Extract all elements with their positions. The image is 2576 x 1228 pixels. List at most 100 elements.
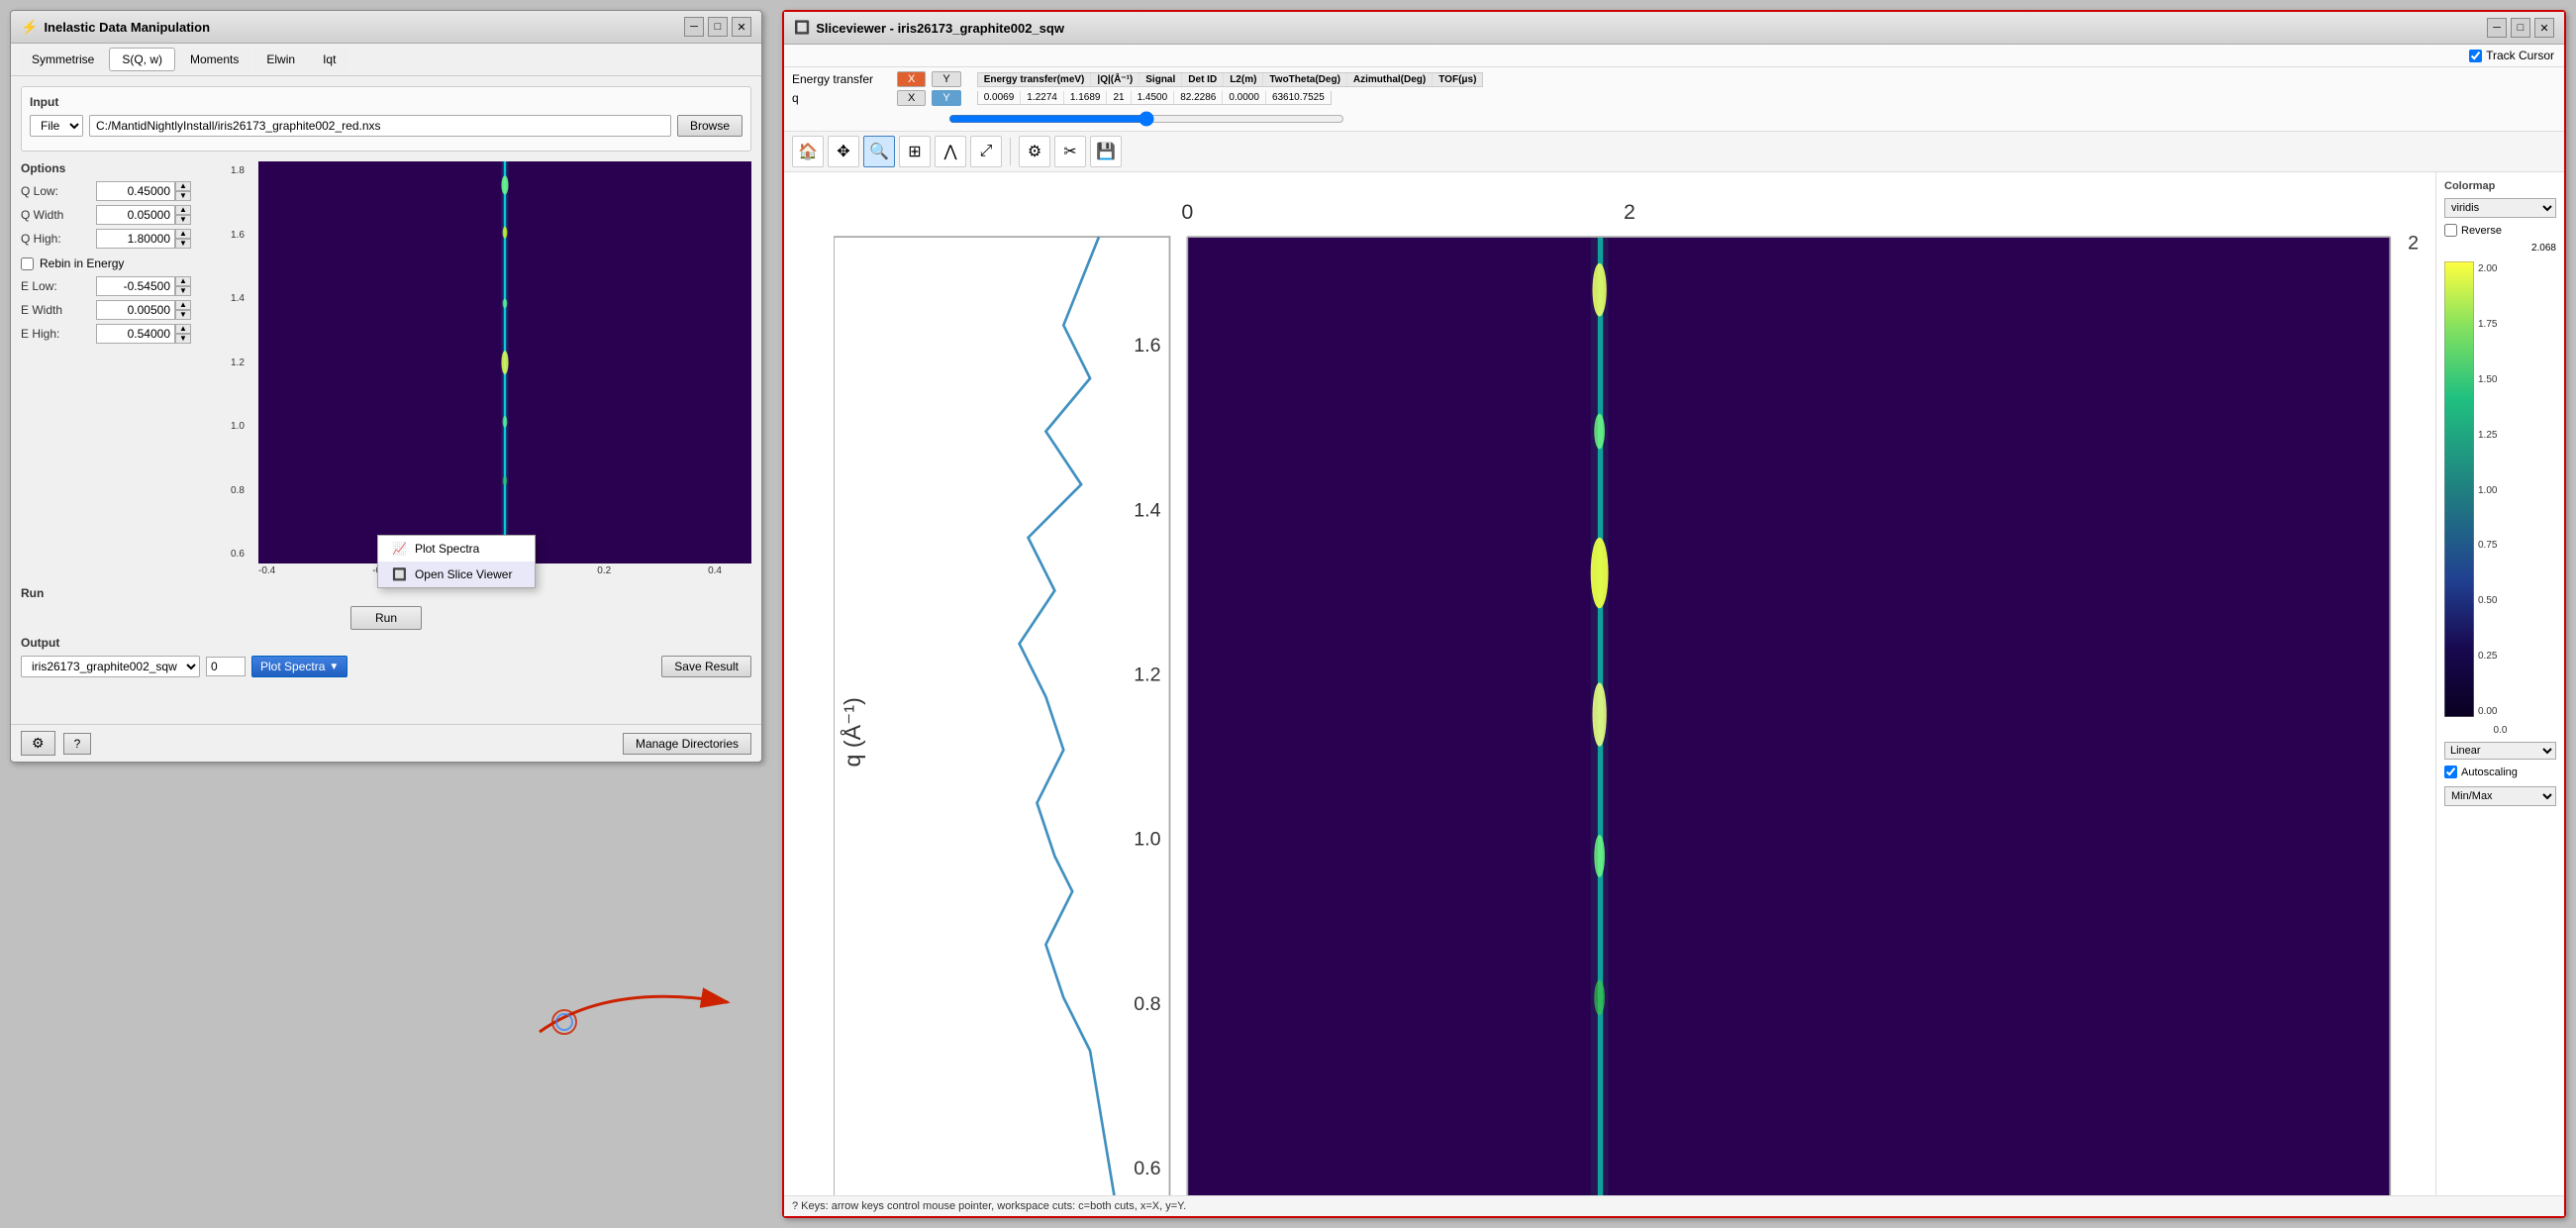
e-low-up[interactable]: ▲	[175, 276, 191, 286]
right-maximize-button[interactable]: □	[2511, 18, 2530, 38]
tab-elwin[interactable]: Elwin	[253, 48, 308, 71]
left-plot	[258, 161, 751, 563]
settings-tool-button[interactable]: ⚙	[1019, 136, 1050, 167]
maximize-button[interactable]: □	[708, 17, 728, 37]
e-low-down[interactable]: ▼	[175, 286, 191, 296]
dv-tof: 63610.7525	[1266, 91, 1331, 104]
tab-iqt[interactable]: Iqt	[310, 48, 348, 71]
plot-spectra-label: Plot Spectra	[260, 660, 325, 673]
q-high-row: Q High: ▲ ▼	[21, 229, 219, 249]
right-window-icon: 🔲	[794, 20, 810, 36]
axis2-x-button[interactable]: X	[897, 90, 926, 106]
e-low-input[interactable]	[96, 276, 175, 296]
e-high-spinner: ▲ ▼	[96, 324, 191, 344]
pan-button[interactable]: ✥	[828, 136, 859, 167]
ctick-150: 1.50	[2478, 374, 2497, 385]
q-low-input[interactable]	[96, 181, 175, 201]
e-high-down[interactable]: ▼	[175, 334, 191, 344]
ctick-125: 1.25	[2478, 430, 2497, 441]
e-high-up[interactable]: ▲	[175, 324, 191, 334]
e-width-row: E Width ▲ ▼	[21, 300, 219, 320]
plot-spectra-dropdown: 📈 Plot Spectra 🔲 Open Slice Viewer	[377, 535, 536, 588]
colormap-bar-svg	[2444, 261, 2474, 717]
options-label: Options	[21, 161, 219, 175]
right-minimize-button[interactable]: ─	[2487, 18, 2507, 38]
y-axis-ticks-left: 1.8 1.6 1.4 1.2 1.0 0.8 0.6	[229, 161, 258, 563]
output-name-select[interactable]: iris26173_graphite002_sqw	[21, 656, 200, 677]
q-width-down[interactable]: ▼	[175, 215, 191, 225]
q-high-spinner: ▲ ▼	[96, 229, 191, 249]
axis2-y-button[interactable]: Y	[932, 90, 960, 106]
autoscale-row: Autoscaling	[2444, 766, 2556, 778]
zoom-button[interactable]: 🔍	[863, 136, 895, 167]
plot-spectra-button[interactable]: Plot Spectra ▼	[251, 656, 347, 677]
output-num-input[interactable]	[206, 657, 246, 676]
e-low-spin-btns: ▲ ▼	[175, 276, 191, 296]
axis1-y-button[interactable]: Y	[932, 71, 960, 87]
q-width-input[interactable]	[96, 205, 175, 225]
track-cursor-checkbox[interactable]	[2469, 50, 2482, 62]
help-button[interactable]: ?	[63, 733, 92, 755]
colormap-max-value: 2.068	[2444, 243, 2556, 254]
left-window: ⚡ Inelastic Data Manipulation ─ □ ✕ Symm…	[10, 10, 762, 763]
manage-directories-button[interactable]: Manage Directories	[623, 733, 751, 755]
rebin-energy-checkbox[interactable]	[21, 257, 34, 270]
ctick-050: 0.50	[2478, 595, 2497, 606]
y-tick-06: 0.6	[231, 549, 256, 560]
x-tick-02: 0.2	[597, 565, 611, 576]
tab-moments[interactable]: Moments	[177, 48, 251, 71]
q-low-up[interactable]: ▲	[175, 181, 191, 191]
file-type-select[interactable]: File	[30, 115, 83, 137]
status-text: ? Keys: arrow keys control mouse pointer…	[792, 1200, 1186, 1212]
dh-signal: Signal	[1139, 73, 1182, 86]
left-titlebar: ⚡ Inelastic Data Manipulation ─ □ ✕	[11, 11, 761, 44]
line-button[interactable]: ⋀	[935, 136, 966, 167]
e-high-input[interactable]	[96, 324, 175, 344]
axis1-x-button[interactable]: X	[897, 71, 926, 87]
settings-button[interactable]: ⚙	[21, 731, 55, 756]
colormap-bar-row: 2.00 1.75 1.50 1.25 1.00 0.75 0.50 0.25 …	[2444, 261, 2556, 717]
e-width-up[interactable]: ▲	[175, 300, 191, 310]
dropdown-item-open-slice-viewer[interactable]: 🔲 Open Slice Viewer	[378, 562, 535, 587]
q-high-down[interactable]: ▼	[175, 239, 191, 249]
q-high-label: Q High:	[21, 232, 90, 246]
svg-text:1.4: 1.4	[1134, 499, 1160, 521]
dh-tof: TOF(μs)	[1433, 73, 1482, 86]
track-cursor-label: Track Cursor	[2486, 49, 2554, 62]
minimize-button[interactable]: ─	[684, 17, 704, 37]
browse-button[interactable]: Browse	[677, 115, 743, 137]
reverse-checkbox[interactable]	[2444, 224, 2457, 237]
axis-slider[interactable]	[948, 111, 1344, 127]
q-width-row: Q Width ▲ ▼	[21, 205, 219, 225]
colormap-select[interactable]: viridis	[2444, 198, 2556, 218]
tab-symmetrise[interactable]: Symmetrise	[19, 48, 107, 71]
input-section: Input File Browse	[21, 86, 751, 152]
grid-button[interactable]: ⊞	[899, 136, 931, 167]
e-width-input[interactable]	[96, 300, 175, 320]
minmax-select[interactable]: Min/Max	[2444, 786, 2556, 806]
right-titlebar: 🔲 Sliceviewer - iris26173_graphite002_sq…	[784, 12, 2564, 45]
e-width-down[interactable]: ▼	[175, 310, 191, 320]
roi-button[interactable]: ⤢	[970, 136, 1002, 167]
autoscale-checkbox[interactable]	[2444, 766, 2457, 778]
save-tool-button[interactable]: 💾	[1090, 136, 1122, 167]
file-path-input[interactable]	[89, 115, 671, 137]
home-button[interactable]: 🏠	[792, 136, 824, 167]
q-width-up[interactable]: ▲	[175, 205, 191, 215]
linear-select[interactable]: Linear	[2444, 742, 2556, 760]
close-button[interactable]: ✕	[732, 17, 751, 37]
left-plot-container: 1.8 1.6 1.4 1.2 1.0 0.8 0.6	[229, 161, 751, 576]
tab-sqw[interactable]: S(Q, w)	[109, 48, 175, 71]
q-low-down[interactable]: ▼	[175, 191, 191, 201]
q-high-input[interactable]	[96, 229, 175, 249]
dropdown-item-plot-spectra[interactable]: 📈 Plot Spectra	[378, 536, 535, 562]
svg-text:0: 0	[1181, 200, 1193, 224]
axis1-label: Energy transfer	[792, 72, 891, 86]
run-button[interactable]: Run	[350, 606, 422, 630]
dh-twotheta: TwoTheta(Deg)	[1263, 73, 1346, 86]
dv-signal: 1.1689	[1064, 91, 1108, 104]
save-result-button[interactable]: Save Result	[661, 656, 751, 677]
q-high-up[interactable]: ▲	[175, 229, 191, 239]
cut-button[interactable]: ✂	[1054, 136, 1086, 167]
right-close-button[interactable]: ✕	[2534, 18, 2554, 38]
